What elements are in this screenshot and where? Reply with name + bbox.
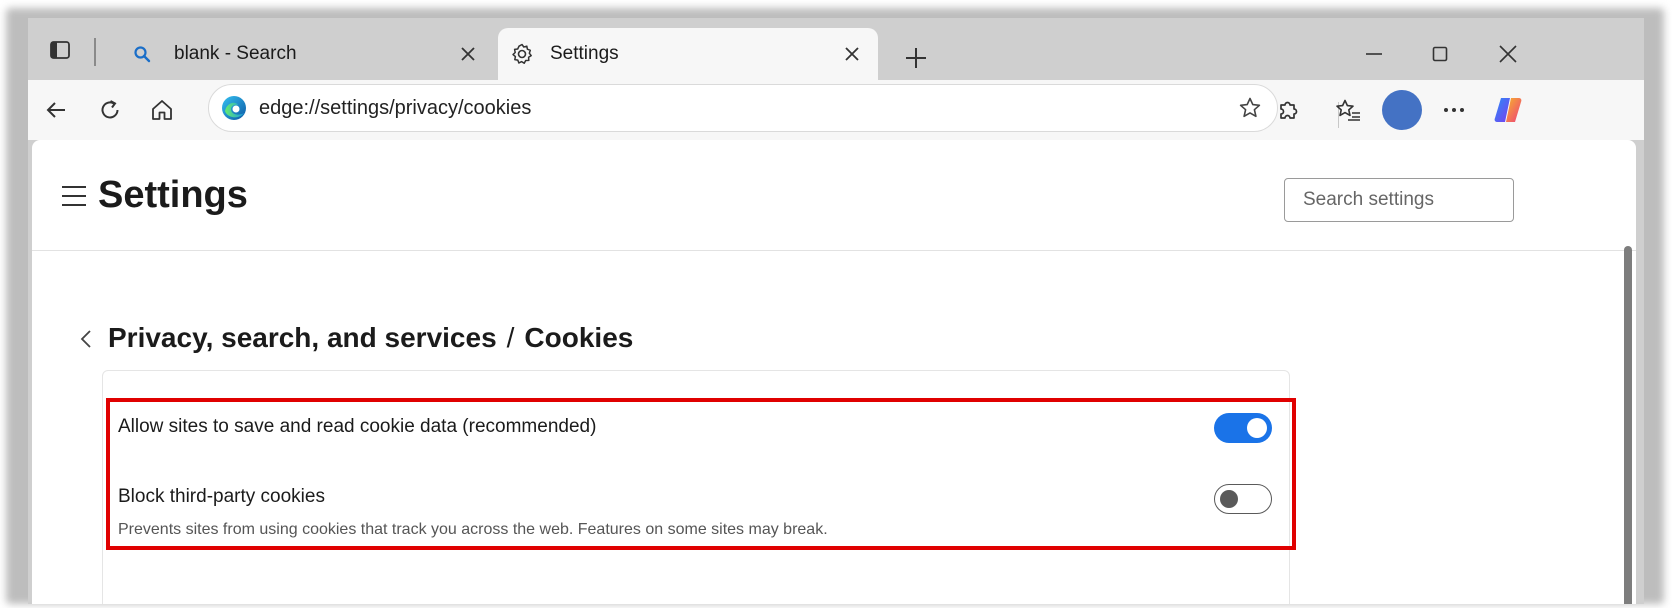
page-title: Settings	[98, 174, 248, 216]
breadcrumb: Privacy, search, and services / Cookies	[108, 322, 633, 354]
new-tab-button[interactable]	[898, 40, 934, 76]
tab-title: blank - Search	[174, 43, 297, 64]
close-icon	[1499, 45, 1517, 63]
favorites-list-icon	[1336, 99, 1360, 121]
tab-title: Settings	[550, 43, 619, 64]
tab-strip: blank - Search Settings	[28, 18, 1644, 80]
search-icon	[128, 40, 156, 68]
browser-toolbar: edge://settings/privacy/cookies	[28, 80, 1644, 140]
close-icon	[461, 47, 475, 61]
copilot-button[interactable]	[1488, 90, 1528, 130]
address-bar[interactable]: edge://settings/privacy/cookies	[208, 84, 1278, 132]
tab-blank-search[interactable]: blank - Search	[104, 28, 494, 80]
refresh-icon	[101, 100, 119, 119]
star-icon	[1239, 97, 1261, 118]
maximize-icon	[1432, 46, 1448, 62]
refresh-button[interactable]	[90, 90, 130, 130]
search-settings-input[interactable]	[1284, 178, 1514, 222]
chevron-left-icon	[80, 330, 91, 348]
menu-icon[interactable]	[62, 186, 86, 206]
profile-avatar[interactable]	[1382, 90, 1422, 130]
gear-icon	[508, 40, 536, 68]
address-bar-url: edge://settings/privacy/cookies	[259, 97, 532, 119]
edge-logo-icon	[222, 96, 246, 120]
favorites-button[interactable]	[1328, 90, 1368, 130]
maximize-button[interactable]	[1420, 36, 1460, 72]
tab-close-button[interactable]	[454, 40, 482, 68]
extensions-button[interactable]	[1268, 90, 1308, 130]
home-icon	[152, 100, 172, 120]
tab-settings[interactable]: Settings	[498, 28, 878, 80]
copilot-icon	[1494, 98, 1522, 122]
add-favorite-button[interactable]	[1235, 93, 1265, 123]
home-button[interactable]	[142, 90, 182, 130]
highlight-box	[106, 398, 1296, 550]
tab-actions-button[interactable]	[42, 32, 78, 68]
plus-icon	[906, 48, 926, 68]
arrow-left-icon	[46, 102, 65, 118]
close-icon	[845, 47, 859, 61]
back-button[interactable]	[36, 90, 76, 130]
settings-header: Settings	[32, 140, 1636, 251]
tab-separator	[94, 38, 96, 66]
browser-window: blank - Search Settings edge://settings/…	[28, 18, 1644, 604]
back-to-privacy-button[interactable]	[76, 326, 96, 352]
settings-page: Settings Privacy, search, and services / C…	[32, 140, 1636, 604]
tab-actions-icon	[50, 41, 70, 59]
breadcrumb-current: Cookies	[524, 322, 634, 353]
more-options-button[interactable]	[1434, 90, 1474, 130]
scrollbar-thumb[interactable]	[1624, 246, 1632, 604]
window-close-button[interactable]	[1488, 36, 1528, 72]
tab-close-button[interactable]	[838, 40, 866, 68]
puzzle-icon	[1280, 101, 1298, 119]
breadcrumb-parent[interactable]: Privacy, search, and services	[108, 322, 497, 353]
breadcrumb-separator: /	[506, 322, 515, 353]
minimize-icon	[1366, 53, 1382, 55]
minimize-button[interactable]	[1354, 36, 1394, 72]
ellipsis-icon	[1444, 108, 1464, 112]
